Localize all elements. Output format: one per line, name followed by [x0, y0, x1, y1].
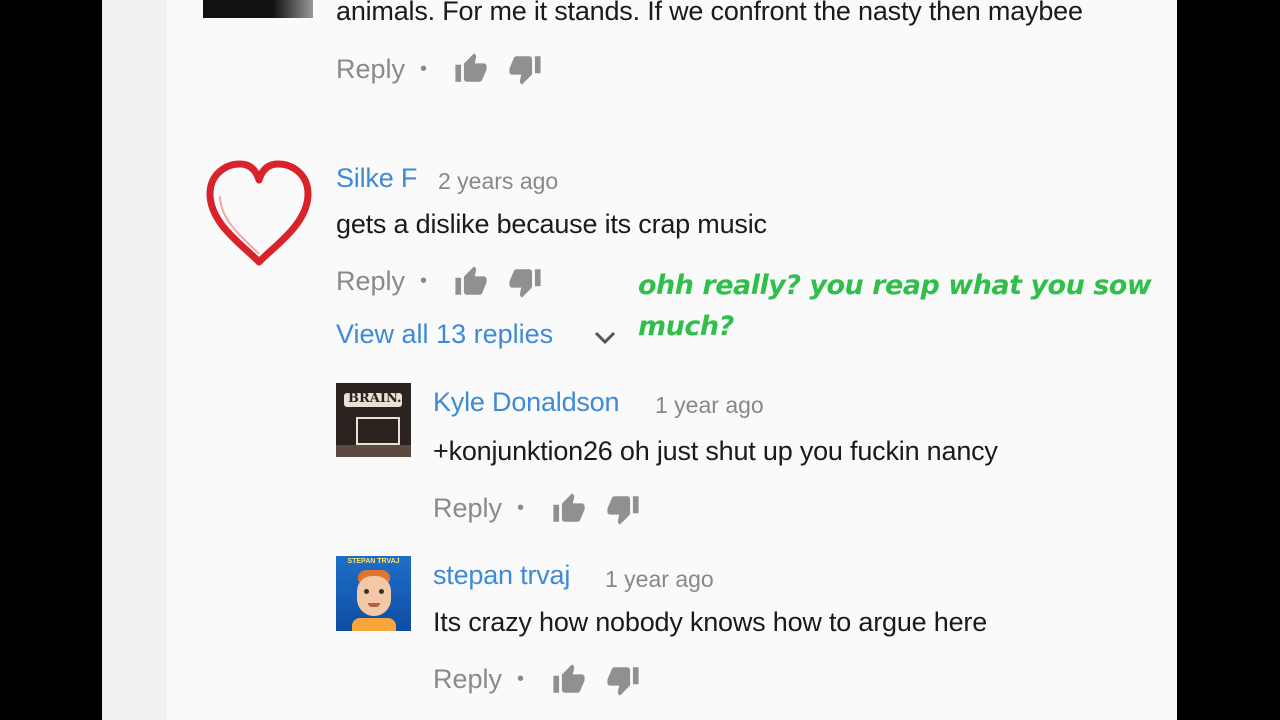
avatar[interactable]: BRAIN. [336, 383, 411, 457]
thumbs-down-icon[interactable] [508, 52, 542, 86]
reply-text: Its crazy how nobody knows how to argue … [433, 607, 988, 637]
avatar[interactable]: STEPAN TRVAJ [336, 556, 411, 631]
reply-author[interactable]: stepan trvaj [433, 560, 570, 591]
chevron-down-icon[interactable] [593, 330, 617, 346]
thumbs-up-icon[interactable] [552, 663, 586, 697]
reply-button[interactable]: Reply [433, 664, 502, 695]
separator-dot: • [517, 497, 525, 519]
avatar[interactable] [203, 0, 313, 18]
heart-avatar-icon[interactable] [204, 158, 314, 270]
reply-button[interactable]: Reply [336, 54, 405, 85]
thumbs-down-icon[interactable] [606, 492, 640, 526]
reply-text: +konjunktion26 oh just shut up you fucki… [433, 436, 998, 466]
thumbs-down-icon[interactable] [606, 663, 640, 697]
comments-panel: animals. For me it stands. If we confron… [102, 0, 1177, 720]
thumbs-down-icon[interactable] [508, 265, 542, 299]
comment-text: animals. For me it stands. If we confron… [336, 0, 1083, 26]
comment-text: gets a dislike because its crap music [336, 209, 767, 239]
reply-time[interactable]: 1 year ago [605, 566, 714, 593]
comment-author[interactable]: Silke F [336, 163, 417, 194]
overlay-caption: ohh really? you reap what you sow much? [638, 270, 1152, 342]
thumbs-up-icon[interactable] [552, 492, 586, 526]
view-replies-link[interactable]: View all 13 replies [336, 319, 553, 350]
thumbs-up-icon[interactable] [454, 265, 488, 299]
separator-dot: • [517, 668, 525, 690]
reply-button[interactable]: Reply [433, 493, 502, 524]
reply-time[interactable]: 1 year ago [655, 392, 764, 419]
separator-dot: • [420, 270, 428, 292]
avatar-text: BRAIN. [348, 391, 402, 406]
separator-dot: • [420, 58, 428, 80]
avatar-text: STEPAN TRVAJ [347, 558, 400, 565]
reply-author[interactable]: Kyle Donaldson [433, 387, 620, 418]
thumbs-up-icon[interactable] [454, 52, 488, 86]
page-margin [102, 0, 167, 720]
reply-button[interactable]: Reply [336, 266, 405, 297]
comment-time[interactable]: 2 years ago [438, 168, 558, 195]
